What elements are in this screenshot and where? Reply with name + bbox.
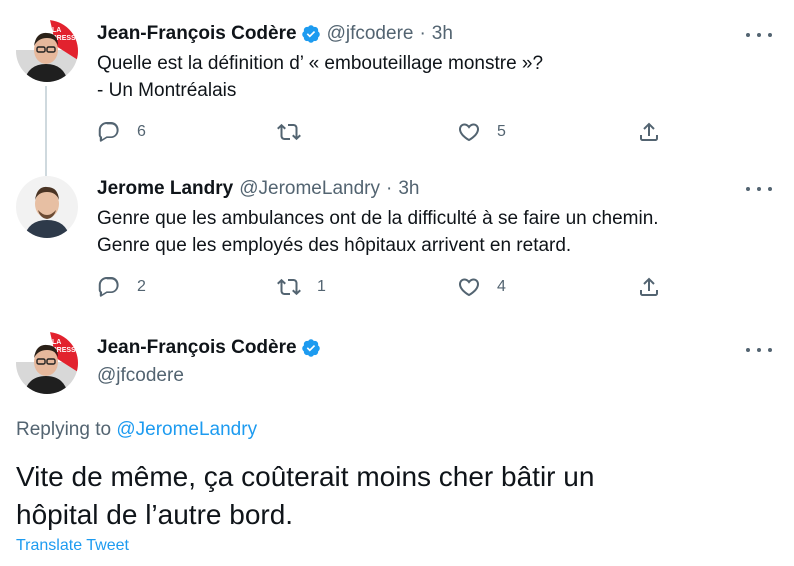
share-icon	[640, 277, 658, 296]
more-icon[interactable]	[746, 345, 772, 355]
heart-icon	[458, 123, 480, 142]
author-handle[interactable]: @jfcodere	[327, 23, 414, 45]
heart-icon	[458, 278, 480, 297]
avatar-jfcodere[interactable]: LA PRESSE	[16, 332, 78, 394]
like-count: 5	[497, 123, 506, 140]
reply-button[interactable]: 6	[97, 120, 146, 144]
tweet-2-text: Genre que les ambulances ont de la diffi…	[97, 205, 659, 259]
svg-text:LA: LA	[52, 27, 61, 34]
tweet-text-line: Quelle est la définition d’ « embouteill…	[97, 53, 544, 74]
tweet-text-line: Genre que les employés des hôpitaux arri…	[97, 235, 572, 256]
main-tweet-text: Vite de même, ça coûterait moins cher bâ…	[16, 458, 594, 534]
author-name[interactable]: Jerome Landry	[97, 178, 233, 200]
replying-to: Replying to @JeromeLandry	[16, 419, 257, 441]
author-handle[interactable]: @JeromeLandry	[239, 178, 380, 200]
svg-text:LA: LA	[52, 339, 61, 346]
more-icon[interactable]	[746, 184, 772, 194]
main-tweet-author: Jean-François Codère	[97, 337, 321, 359]
tweet-text-line: Vite de même, ça coûterait moins cher bâ…	[16, 461, 595, 492]
reply-icon	[98, 277, 119, 297]
retweet-icon	[277, 123, 301, 141]
translate-tweet-link[interactable]: Translate Tweet	[16, 537, 129, 555]
retweet-button[interactable]	[277, 120, 317, 144]
replying-prefix: Replying to	[16, 419, 112, 440]
like-count: 4	[497, 278, 506, 295]
reply-icon	[98, 122, 119, 142]
share-button[interactable]	[637, 120, 661, 144]
separator-dot: ·	[419, 23, 426, 44]
retweet-count: 1	[317, 278, 326, 295]
replying-mention-link[interactable]: @JeromeLandry	[116, 419, 257, 440]
separator-dot: ·	[385, 178, 393, 199]
reply-button[interactable]: 2	[97, 275, 146, 299]
avatar-jfcodere[interactable]: LA PRESSE	[16, 20, 78, 82]
thread-connector-line	[45, 86, 47, 176]
retweet-button[interactable]: 1	[277, 275, 326, 299]
tweet-text-line: hôpital de l’autre bord.	[16, 499, 294, 530]
tweet-2-header: Jerome Landry @JeromeLandry · 3h	[97, 178, 419, 200]
tweet-time[interactable]: 3h	[432, 23, 453, 45]
tweet-1-header: Jean-François Codère @jfcodere · 3h	[97, 23, 453, 45]
tweet-text-line: - Un Montréalais	[97, 80, 237, 101]
tweet-time[interactable]: 3h	[398, 178, 419, 200]
author-handle[interactable]: @jfcodere	[97, 365, 184, 387]
retweet-icon	[277, 278, 301, 296]
share-button[interactable]	[637, 275, 661, 299]
tweet-text-line: Genre que les ambulances ont de la diffi…	[97, 208, 659, 229]
reply-count: 2	[137, 278, 146, 295]
more-icon[interactable]	[746, 30, 772, 40]
avatar-jeromelandry[interactable]	[16, 176, 78, 238]
author-name[interactable]: Jean-François Codère	[97, 337, 297, 359]
verified-badge-icon	[301, 339, 320, 357]
tweet-1-text: Quelle est la définition d’ « embouteill…	[97, 50, 543, 104]
author-name[interactable]: Jean-François Codère	[97, 23, 297, 45]
like-button[interactable]: 4	[457, 275, 506, 299]
reply-count: 6	[137, 123, 146, 140]
like-button[interactable]: 5	[457, 120, 506, 144]
verified-badge-icon	[301, 25, 320, 43]
share-icon	[640, 122, 658, 141]
